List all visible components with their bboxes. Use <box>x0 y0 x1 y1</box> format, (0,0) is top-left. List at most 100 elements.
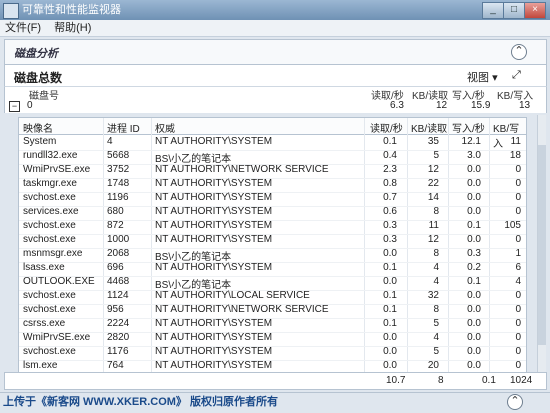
table-cell: lsm.exe <box>23 360 58 371</box>
menu-bar: 文件(F) 帮助(H) <box>0 20 550 37</box>
section-title: 磁盘分析 <box>14 48 58 60</box>
table-cell: 0.0 <box>467 234 481 245</box>
table-cell: 35 <box>427 136 439 147</box>
table-cell: 6 <box>515 262 521 273</box>
table-cell: 0.0 <box>383 248 397 259</box>
table-cell: 0 <box>515 164 521 175</box>
table-cell: csrss.exe <box>23 318 66 329</box>
table-cell: WmiPrvSE.exe <box>23 164 91 175</box>
app-icon <box>3 3 19 19</box>
table-cell: NT AUTHORITY\SYSTEM <box>155 206 273 217</box>
maximize-button[interactable]: □ <box>503 2 525 19</box>
table-cell: 0 <box>515 178 521 189</box>
scroll-top-button[interactable]: ⌃ <box>507 394 523 410</box>
table-cell: 105 <box>504 220 521 231</box>
table-cell: 680 <box>107 206 124 217</box>
table-cell: NT AUTHORITY\SYSTEM <box>155 332 273 343</box>
table-cell: msnmsgr.exe <box>23 248 83 259</box>
table-cell: 1 <box>515 248 521 259</box>
menu-file[interactable]: 文件(F) <box>0 20 46 36</box>
table-cell: services.exe <box>23 206 79 217</box>
table-cell: 0.2 <box>467 262 481 273</box>
col-reads[interactable]: 读取/秒 <box>370 120 403 135</box>
table-cell: 0.0 <box>383 346 397 357</box>
table-cell: 0.1 <box>467 276 481 287</box>
table-cell: svchost.exe <box>23 192 76 203</box>
table-cell: 1748 <box>107 178 130 189</box>
disk-group-row[interactable]: 0 6.3 12 15.9 13 <box>4 100 547 113</box>
table-cell: 0.0 <box>383 276 397 287</box>
total-kb-read: 8 <box>438 375 444 386</box>
table-cell: 0.1 <box>383 290 397 301</box>
table-cell: 0.3 <box>383 234 397 245</box>
collapse-toggle[interactable]: − <box>9 101 20 112</box>
table-cell: 0.0 <box>467 360 481 371</box>
section-collapse-button[interactable]: ⌃ <box>511 44 527 60</box>
minimize-button[interactable]: _ <box>482 2 504 19</box>
watermark-text: 上传于《新客网 WWW.XKER.COM》 版权归原作者所有 <box>3 396 278 408</box>
vertical-scrollbar[interactable] <box>537 115 546 375</box>
table-cell: svchost.exe <box>23 346 76 357</box>
col-pid[interactable]: 进程 ID <box>107 120 140 135</box>
chevron-down-icon: ▾ <box>492 72 498 84</box>
view-label: 视图 <box>467 72 489 84</box>
table-cell: 4468 <box>107 276 130 287</box>
table-cell: 0 <box>515 290 521 301</box>
table-cell: 2.3 <box>383 164 397 175</box>
table-cell: NT AUTHORITY\SYSTEM <box>155 318 273 329</box>
col-kb-read[interactable]: KB/读取 <box>411 120 447 135</box>
table-cell: svchost.exe <box>23 234 76 245</box>
table-cell: 0 <box>515 234 521 245</box>
view-dropdown[interactable]: 视图 ▾ <box>467 69 498 85</box>
table-cell: NT AUTHORITY\SYSTEM <box>155 346 273 357</box>
table-cell: 0.1 <box>383 136 397 147</box>
scrollbar-thumb[interactable] <box>538 145 546 345</box>
table-cell: NT AUTHORITY\SYSTEM <box>155 360 273 371</box>
table-cell: 0.0 <box>467 332 481 343</box>
table-cell: 1124 <box>107 290 129 301</box>
table-cell: 3752 <box>107 164 130 175</box>
table-cell: 0.4 <box>383 150 397 161</box>
table-cell: 0 <box>515 206 521 217</box>
table-cell: 20 <box>427 360 439 371</box>
table-cell: 5668 <box>107 150 130 161</box>
table-cell: 0.6 <box>383 206 397 217</box>
table-cell: 872 <box>107 220 124 231</box>
table-cell: 0.0 <box>467 178 481 189</box>
table-cell: NT AUTHORITY\NETWORK SERVICE <box>155 304 329 315</box>
window-title: 可靠性和性能监视器 <box>22 4 121 16</box>
table-cell: 0.1 <box>383 262 397 273</box>
table-cell: 8 <box>433 206 439 217</box>
table-cell: 0.1 <box>383 318 397 329</box>
table-cell: 32 <box>427 290 439 301</box>
table-cell: System <box>23 136 57 147</box>
table-row[interactable]: lsm.exe 764 NT AUTHORITY\SYSTEM 0.0 20 0.0 0 <box>19 359 526 372</box>
table-cell: 0.0 <box>467 290 481 301</box>
table-cell: 8 <box>433 304 439 315</box>
col-image-name[interactable]: 映像名 <box>23 120 53 135</box>
table-cell: 12 <box>427 164 439 175</box>
col-writes[interactable]: 写入/秒 <box>452 120 485 135</box>
col-authority[interactable]: 权威 <box>155 120 175 135</box>
table-cell: NT AUTHORITY\SYSTEM <box>155 178 273 189</box>
table-cell: lsass.exe <box>23 262 65 273</box>
process-table-header: 映像名 进程 ID 权威 读取/秒 KB/读取 写入/秒 KB/写入 <box>19 118 526 150</box>
totals-row: 10.7 8 0.1 1024 <box>4 372 547 390</box>
table-cell: 0.3 <box>383 220 397 231</box>
table-cell: 1000 <box>107 234 130 245</box>
table-cell: 696 <box>107 262 124 273</box>
disk-kb-write: 13 <box>519 100 531 111</box>
menu-help[interactable]: 帮助(H) <box>49 20 96 36</box>
table-cell: 5 <box>433 346 439 357</box>
table-cell: svchost.exe <box>23 220 76 231</box>
table-cell: WmiPrvSE.exe <box>23 332 91 343</box>
expand-icon[interactable]: ⤢ <box>512 69 521 82</box>
table-cell: 0.3 <box>467 248 481 259</box>
table-cell: 3.0 <box>467 150 481 161</box>
table-cell: 11 <box>428 220 439 231</box>
table-cell: 4 <box>515 276 521 287</box>
table-cell: 0.0 <box>383 360 397 371</box>
close-button[interactable]: × <box>524 2 546 19</box>
table-cell: svchost.exe <box>23 304 76 315</box>
table-cell: 22 <box>427 178 439 189</box>
